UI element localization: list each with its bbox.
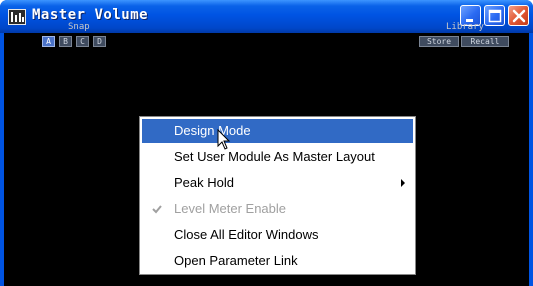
- snap-button-b[interactable]: B: [59, 36, 72, 47]
- check-icon: [152, 205, 162, 214]
- menu-item-close-all-editor-windows[interactable]: Close All Editor Windows: [142, 223, 413, 247]
- close-button[interactable]: [508, 5, 529, 26]
- menu-item-label: Peak Hold: [174, 175, 234, 190]
- menu-item-design-mode[interactable]: Design Mode: [142, 119, 413, 143]
- menu-item-label: Open Parameter Link: [174, 253, 298, 268]
- maximize-icon: [488, 9, 502, 23]
- menu-item-label: Level Meter Enable: [174, 201, 287, 216]
- store-button[interactable]: Store: [419, 36, 459, 47]
- menu-item-peak-hold[interactable]: Peak Hold: [142, 171, 413, 195]
- window-title: Master Volume: [32, 7, 149, 23]
- context-menu: Design Mode Set User Module As Master La…: [139, 116, 416, 275]
- snap-button-d[interactable]: D: [93, 36, 106, 47]
- master-volume-window: Master Volume Snap A B C D Library Store…: [0, 0, 533, 286]
- maximize-button[interactable]: [484, 5, 505, 26]
- snap-button-a[interactable]: A: [42, 36, 55, 47]
- menu-item-label: Design Mode: [174, 123, 251, 138]
- library-label: Library: [446, 22, 484, 32]
- menu-item-set-user-module-master-layout[interactable]: Set User Module As Master Layout: [142, 145, 413, 169]
- close-icon: [512, 9, 526, 23]
- snap-label: Snap: [68, 22, 90, 32]
- menu-item-open-parameter-link[interactable]: Open Parameter Link: [142, 249, 413, 273]
- recall-button[interactable]: Recall: [461, 36, 509, 47]
- mouse-cursor-icon: [217, 129, 231, 150]
- menu-item-level-meter-enable: Level Meter Enable: [142, 197, 413, 221]
- menu-item-label: Close All Editor Windows: [174, 227, 319, 242]
- snap-button-c[interactable]: C: [76, 36, 89, 47]
- submenu-arrow-icon: [401, 179, 405, 187]
- menu-item-label: Set User Module As Master Layout: [174, 149, 375, 164]
- app-icon: [8, 9, 26, 25]
